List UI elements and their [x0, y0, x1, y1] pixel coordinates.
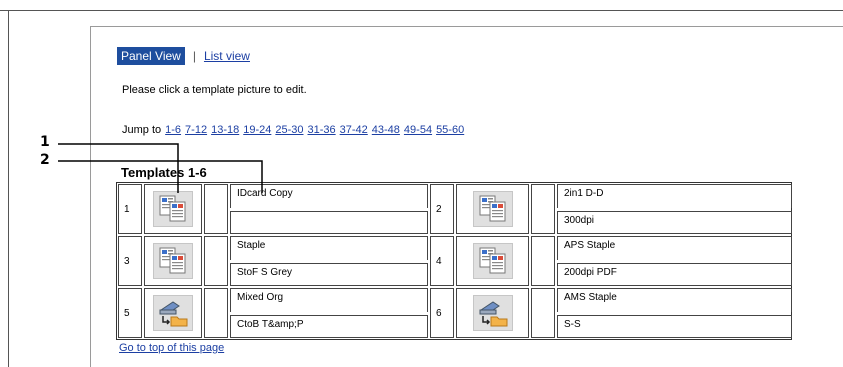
callout-2-line	[58, 160, 263, 193]
callout-1-number: 1	[40, 134, 50, 150]
callout-2-number: 2	[40, 152, 50, 168]
callout-1-line	[58, 143, 179, 193]
callout-lines	[58, 143, 263, 193]
